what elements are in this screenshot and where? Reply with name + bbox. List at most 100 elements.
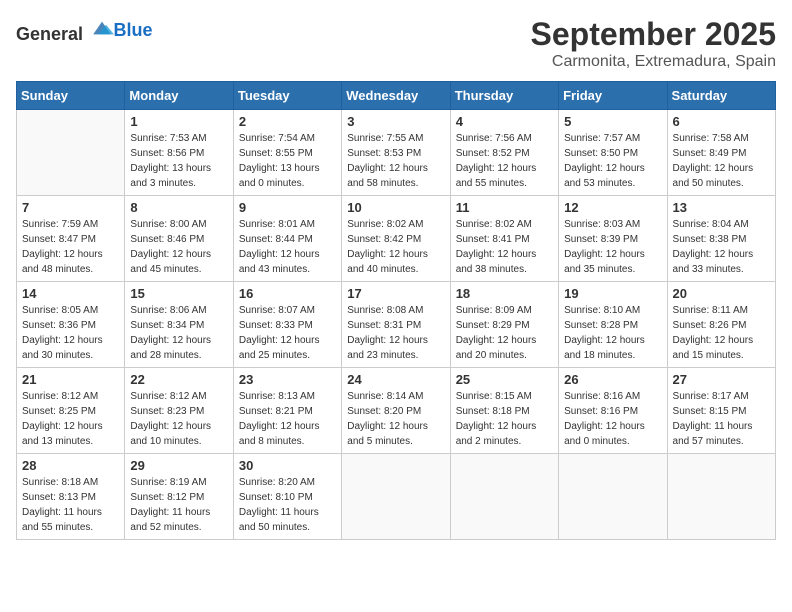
day-number: 3 [347,114,444,129]
calendar-cell: 15 Sunrise: 8:06 AMSunset: 8:34 PMDayligh… [125,282,233,368]
day-number: 30 [239,458,336,473]
weekday-header: Thursday [450,82,558,110]
day-info: Sunrise: 8:09 AMSunset: 8:29 PMDaylight:… [456,303,553,363]
day-number: 9 [239,200,336,215]
day-number: 17 [347,286,444,301]
day-info: Sunrise: 8:02 AMSunset: 8:42 PMDaylight:… [347,217,444,277]
calendar-cell: 18 Sunrise: 8:09 AMSunset: 8:29 PMDayligh… [450,282,558,368]
weekday-header-row: SundayMondayTuesdayWednesdayThursdayFrid… [17,82,776,110]
day-info: Sunrise: 8:03 AMSunset: 8:39 PMDaylight:… [564,217,661,277]
day-number: 27 [673,372,770,387]
day-info: Sunrise: 8:07 AMSunset: 8:33 PMDaylight:… [239,303,336,363]
subtitle: Carmonita, Extremadura, Spain [531,53,776,71]
main-title: September 2025 [531,16,776,53]
day-info: Sunrise: 8:05 AMSunset: 8:36 PMDaylight:… [22,303,119,363]
calendar-table: SundayMondayTuesdayWednesdayThursdayFrid… [16,81,776,540]
calendar-cell [17,110,125,196]
weekday-header: Sunday [17,82,125,110]
weekday-header: Tuesday [233,82,341,110]
day-info: Sunrise: 7:54 AMSunset: 8:55 PMDaylight:… [239,131,336,191]
day-info: Sunrise: 8:02 AMSunset: 8:41 PMDaylight:… [456,217,553,277]
weekday-header: Monday [125,82,233,110]
calendar-week-row: 14 Sunrise: 8:05 AMSunset: 8:36 PMDayligh… [17,282,776,368]
calendar-week-row: 7 Sunrise: 7:59 AMSunset: 8:47 PMDaylight… [17,196,776,282]
day-info: Sunrise: 7:57 AMSunset: 8:50 PMDaylight:… [564,131,661,191]
day-number: 15 [130,286,227,301]
day-info: Sunrise: 8:19 AMSunset: 8:12 PMDaylight:… [130,475,227,535]
day-info: Sunrise: 8:12 AMSunset: 8:25 PMDaylight:… [22,389,119,449]
day-number: 16 [239,286,336,301]
day-number: 18 [456,286,553,301]
day-info: Sunrise: 8:14 AMSunset: 8:20 PMDaylight:… [347,389,444,449]
day-number: 14 [22,286,119,301]
calendar-cell [450,454,558,540]
weekday-header: Saturday [667,82,775,110]
day-number: 24 [347,372,444,387]
page-header: General Blue September 2025 Carmonita, E… [16,16,776,71]
day-info: Sunrise: 8:11 AMSunset: 8:26 PMDaylight:… [673,303,770,363]
day-info: Sunrise: 8:00 AMSunset: 8:46 PMDaylight:… [130,217,227,277]
calendar-cell: 3 Sunrise: 7:55 AMSunset: 8:53 PMDaylight… [342,110,450,196]
calendar-cell: 25 Sunrise: 8:15 AMSunset: 8:18 PMDayligh… [450,368,558,454]
calendar-cell: 21 Sunrise: 8:12 AMSunset: 8:25 PMDayligh… [17,368,125,454]
day-number: 29 [130,458,227,473]
calendar-week-row: 1Sunrise: 7:53 AMSunset: 8:56 PMDaylight… [17,110,776,196]
day-number: 20 [673,286,770,301]
day-number: 6 [673,114,770,129]
day-number: 26 [564,372,661,387]
day-info: Sunrise: 8:01 AMSunset: 8:44 PMDaylight:… [239,217,336,277]
calendar-cell: 30 Sunrise: 8:20 AMSunset: 8:10 PMDayligh… [233,454,341,540]
day-number: 12 [564,200,661,215]
day-info: Sunrise: 8:04 AMSunset: 8:38 PMDaylight:… [673,217,770,277]
day-info: Sunrise: 8:16 AMSunset: 8:16 PMDaylight:… [564,389,661,449]
calendar-cell: 26 Sunrise: 8:16 AMSunset: 8:16 PMDayligh… [559,368,667,454]
calendar-cell: 22 Sunrise: 8:12 AMSunset: 8:23 PMDayligh… [125,368,233,454]
logo-blue: Blue [114,20,153,40]
calendar-cell: 2Sunrise: 7:54 AMSunset: 8:55 PMDaylight… [233,110,341,196]
day-info: Sunrise: 8:12 AMSunset: 8:23 PMDaylight:… [130,389,227,449]
day-number: 19 [564,286,661,301]
calendar-cell: 17 Sunrise: 8:08 AMSunset: 8:31 PMDayligh… [342,282,450,368]
calendar-cell: 20 Sunrise: 8:11 AMSunset: 8:26 PMDayligh… [667,282,775,368]
day-number: 22 [130,372,227,387]
day-info: Sunrise: 8:15 AMSunset: 8:18 PMDaylight:… [456,389,553,449]
calendar-cell: 1Sunrise: 7:53 AMSunset: 8:56 PMDaylight… [125,110,233,196]
calendar-week-row: 28 Sunrise: 8:18 AMSunset: 8:13 PMDayligh… [17,454,776,540]
day-number: 7 [22,200,119,215]
logo-icon [90,16,114,40]
day-info: Sunrise: 7:58 AMSunset: 8:49 PMDaylight:… [673,131,770,191]
day-number: 5 [564,114,661,129]
calendar-cell: 13Sunrise: 8:04 AMSunset: 8:38 PMDayligh… [667,196,775,282]
calendar-cell: 8 Sunrise: 8:00 AMSunset: 8:46 PMDaylight… [125,196,233,282]
day-number: 23 [239,372,336,387]
day-info: Sunrise: 8:13 AMSunset: 8:21 PMDaylight:… [239,389,336,449]
day-info: Sunrise: 8:20 AMSunset: 8:10 PMDaylight:… [239,475,336,535]
calendar-cell: 5 Sunrise: 7:57 AMSunset: 8:50 PMDaylight… [559,110,667,196]
calendar-cell: 11Sunrise: 8:02 AMSunset: 8:41 PMDayligh… [450,196,558,282]
calendar-cell: 7 Sunrise: 7:59 AMSunset: 8:47 PMDaylight… [17,196,125,282]
calendar-cell: 6 Sunrise: 7:58 AMSunset: 8:49 PMDaylight… [667,110,775,196]
calendar-cell: 12 Sunrise: 8:03 AMSunset: 8:39 PMDayligh… [559,196,667,282]
calendar-cell: 29 Sunrise: 8:19 AMSunset: 8:12 PMDayligh… [125,454,233,540]
day-number: 28 [22,458,119,473]
weekday-header: Wednesday [342,82,450,110]
day-info: Sunrise: 7:56 AMSunset: 8:52 PMDaylight:… [456,131,553,191]
weekday-header: Friday [559,82,667,110]
day-info: Sunrise: 8:08 AMSunset: 8:31 PMDaylight:… [347,303,444,363]
calendar-cell: 10Sunrise: 8:02 AMSunset: 8:42 PMDayligh… [342,196,450,282]
calendar-week-row: 21 Sunrise: 8:12 AMSunset: 8:25 PMDayligh… [17,368,776,454]
calendar-cell: 23 Sunrise: 8:13 AMSunset: 8:21 PMDayligh… [233,368,341,454]
logo: General Blue [16,16,153,45]
day-number: 21 [22,372,119,387]
calendar-cell [559,454,667,540]
title-block: September 2025 Carmonita, Extremadura, S… [531,16,776,71]
day-info: Sunrise: 8:18 AMSunset: 8:13 PMDaylight:… [22,475,119,535]
day-info: Sunrise: 7:55 AMSunset: 8:53 PMDaylight:… [347,131,444,191]
day-info: Sunrise: 8:06 AMSunset: 8:34 PMDaylight:… [130,303,227,363]
day-number: 25 [456,372,553,387]
day-number: 8 [130,200,227,215]
day-info: Sunrise: 7:53 AMSunset: 8:56 PMDaylight:… [130,131,227,191]
calendar-cell: 4Sunrise: 7:56 AMSunset: 8:52 PMDaylight… [450,110,558,196]
calendar-cell [667,454,775,540]
day-info: Sunrise: 7:59 AMSunset: 8:47 PMDaylight:… [22,217,119,277]
